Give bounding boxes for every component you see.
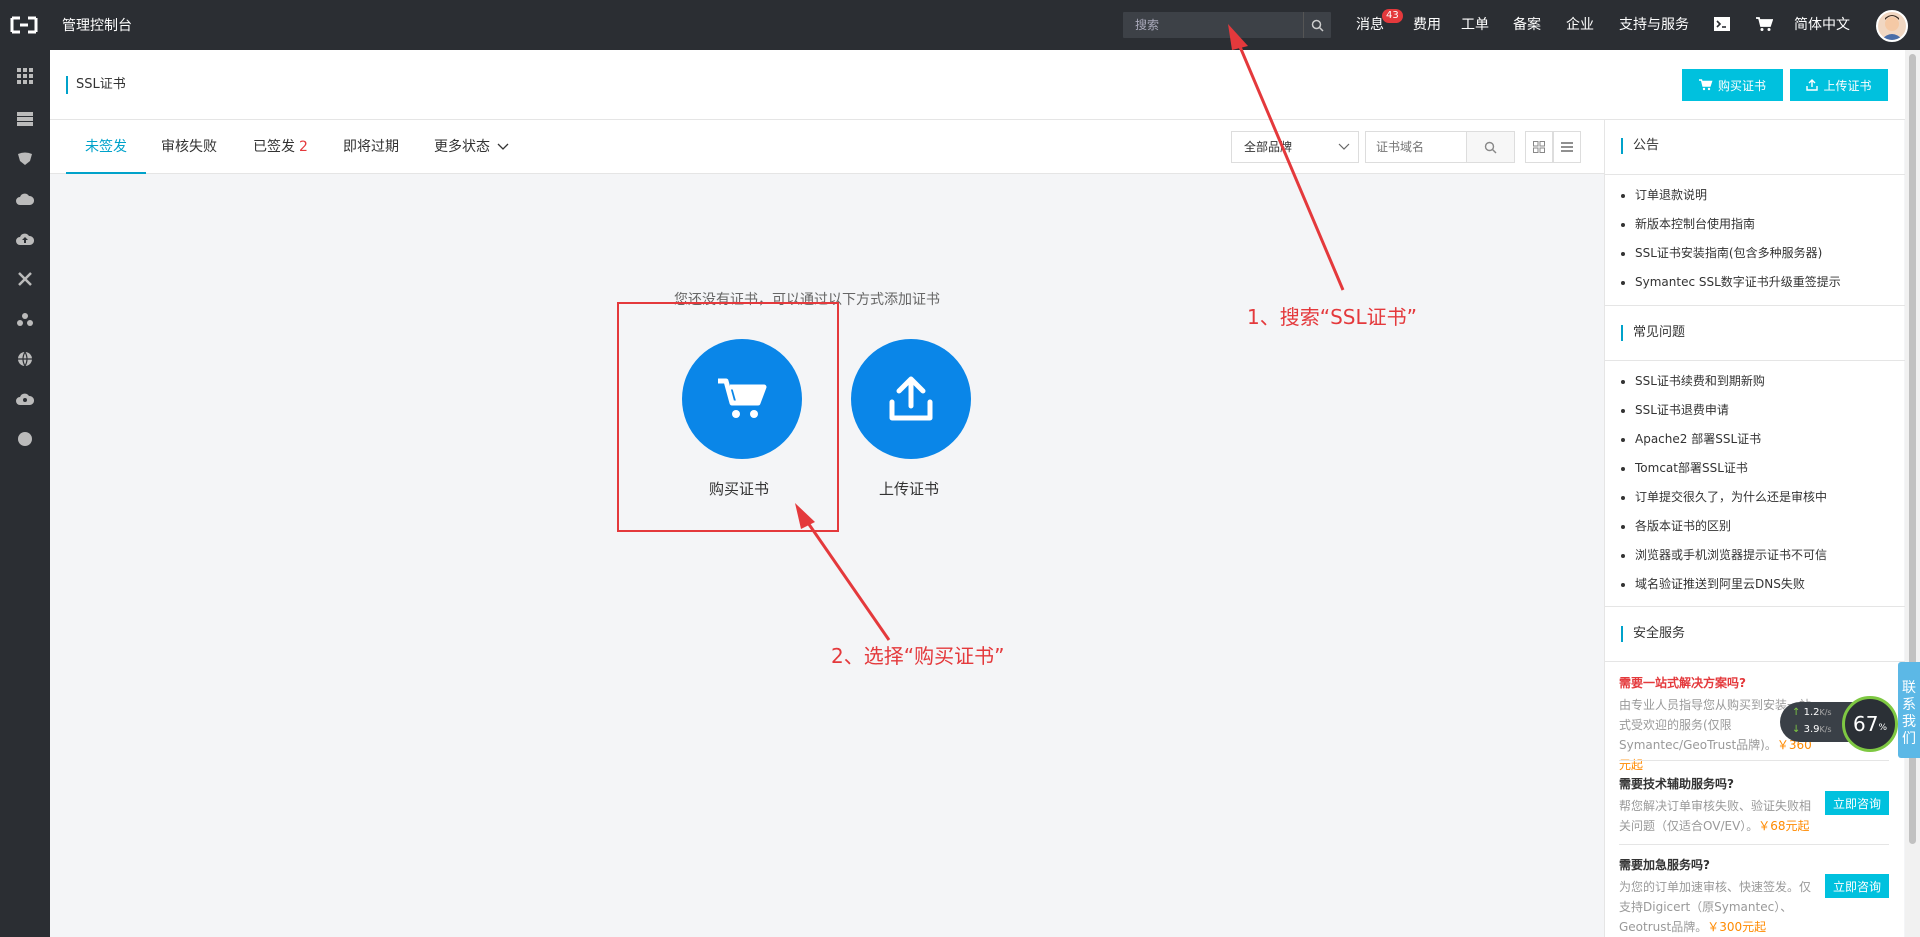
faq-item[interactable]: 浏览器或手机浏览器提示证书不可信 (1621, 541, 1827, 570)
percent-unit: % (1878, 723, 1887, 733)
faq-item[interactable]: Apache2 部署SSL证书 (1621, 425, 1827, 454)
service-price: ￥68元起 (1758, 819, 1810, 833)
page-scrollbar[interactable] (1905, 50, 1920, 937)
arrow-to-buy (795, 503, 891, 641)
faq-item[interactable]: 域名验证推送到阿里云DNS失败 (1621, 570, 1827, 599)
divider (1605, 360, 1905, 361)
divider (1605, 174, 1905, 175)
notice-item[interactable]: Symantec SSL数字证书升级重签提示 (1621, 268, 1841, 297)
notice-title: 公告 (1621, 138, 1659, 154)
notice-item[interactable]: SSL证书安装指南(包含多种服务器) (1621, 239, 1841, 268)
faq-title: 常见问题 (1621, 325, 1685, 341)
faq-list: SSL证书续费和到期新购 SSL证书退费申请 Apache2 部署SSL证书 T… (1621, 367, 1827, 599)
security-title: 安全服务 (1621, 626, 1685, 642)
upload-speed: ↑ 1.2K/s (1792, 707, 1832, 718)
download-speed: ↓ 3.9K/s (1792, 724, 1832, 735)
faq-item[interactable]: 各版本证书的区别 (1621, 512, 1827, 541)
arrow-to-search (1228, 24, 1345, 291)
service-title: 需要加急服务吗? (1619, 858, 1710, 872)
percent-value: 67 (1852, 712, 1879, 736)
service-expedite: 需要加急服务吗? 为您的订单加速审核、快速签发。仅支持Digicert（原Sym… (1619, 856, 1889, 937)
right-panel: 公告 订单退款说明 新版本控制台使用指南 SSL证书安装指南(包含多种服务器) … (1604, 120, 1905, 937)
notice-list: 订单退款说明 新版本控制台使用指南 SSL证书安装指南(包含多种服务器) Sym… (1621, 181, 1841, 297)
divider (1605, 661, 1905, 662)
notice-item[interactable]: 新版本控制台使用指南 (1621, 210, 1841, 239)
service-desc: 帮您解决订单审核失败、验证失败相关问题（仅适合OV/EV）。￥68元起 (1619, 796, 1819, 836)
service-tech-assist: 需要技术辅助服务吗? 帮您解决订单审核失败、验证失败相关问题（仅适合OV/EV）… (1619, 775, 1889, 836)
service-title[interactable]: 需要一站式解决方案吗? (1619, 674, 1889, 691)
divider (1619, 844, 1889, 845)
memory-percent-ring: 67% (1842, 696, 1898, 752)
divider (1605, 606, 1905, 607)
faq-item[interactable]: Tomcat部署SSL证书 (1621, 454, 1827, 483)
notice-item[interactable]: 订单退款说明 (1621, 181, 1841, 210)
consult-button[interactable]: 立即咨询 (1825, 874, 1889, 898)
network-speed-widget[interactable]: ↑ 1.2K/s ↓ 3.9K/s 67% (1780, 696, 1898, 752)
divider (1605, 305, 1905, 306)
annotation-step1: 1、搜索“SSL证书” (1247, 305, 1417, 329)
contact-us-tab[interactable]: 联系我们 (1898, 662, 1920, 758)
consult-button[interactable]: 立即咨询 (1825, 791, 1889, 815)
service-title: 需要技术辅助服务吗? (1619, 777, 1734, 791)
service-desc: 为您的订单加速审核、快速签发。仅支持Digicert（原Symantec）、Ge… (1619, 877, 1819, 937)
faq-item[interactable]: 订单提交很久了，为什么还是审核中 (1621, 483, 1827, 512)
divider (1619, 760, 1889, 761)
faq-item[interactable]: SSL证书续费和到期新购 (1621, 367, 1827, 396)
annotation-step2: 2、选择“购买证书” (831, 644, 1005, 668)
service-price: ￥300元起 (1707, 920, 1767, 934)
faq-item[interactable]: SSL证书退费申请 (1621, 396, 1827, 425)
